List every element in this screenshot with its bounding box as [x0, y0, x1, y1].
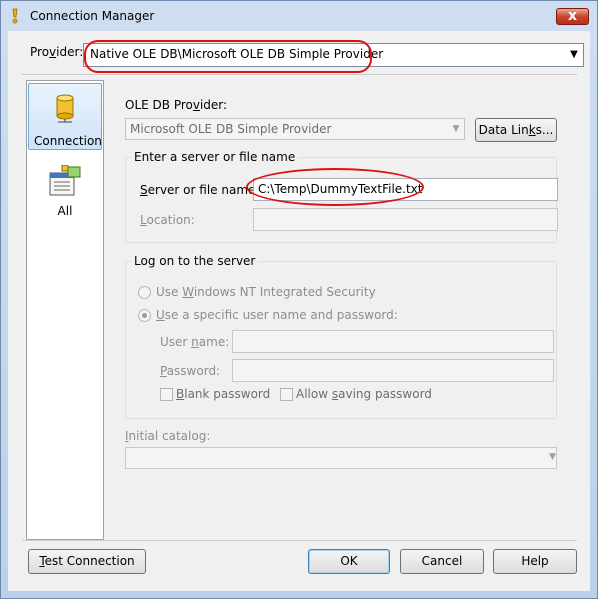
chevron-down-icon[interactable]: ▼ [448, 120, 464, 138]
chevron-down-icon[interactable]: ▼ [549, 452, 556, 462]
close-button[interactable]: x [556, 8, 589, 25]
server-name-label: Server or file name: [140, 183, 260, 197]
windows-auth-radio[interactable] [138, 286, 151, 299]
password-label: Password: [160, 364, 221, 378]
server-group-title: Enter a server or file name [131, 150, 299, 164]
initial-catalog-dropdown[interactable] [125, 447, 557, 469]
server-annotation-circle [246, 168, 424, 206]
oledb-provider-label: OLE DB Provider: [125, 98, 228, 112]
chevron-down-icon[interactable]: ▼ [565, 44, 583, 66]
blank-password-checkbox[interactable] [160, 388, 173, 401]
oledb-provider-value: Microsoft OLE DB Simple Provider [130, 122, 332, 136]
specific-user-label: Use a specific user name and password: [156, 308, 398, 322]
test-connection-button[interactable]: Test Connection [28, 549, 146, 574]
initial-catalog-label: Initial catalog: [125, 429, 211, 443]
properties-grid-icon[interactable] [48, 165, 82, 197]
password-input[interactable] [232, 359, 554, 382]
allow-saving-password-label: Allow saving password [296, 387, 432, 401]
database-cylinder-icon [56, 94, 74, 123]
nav-item-all-label[interactable]: All [34, 204, 96, 218]
provider-label: Provider: [30, 45, 84, 59]
data-links-button[interactable]: Data Links... [475, 118, 557, 142]
help-button[interactable]: Help [493, 549, 577, 574]
radio-selected-dot [142, 313, 147, 318]
blank-password-label: Blank password [176, 387, 271, 401]
username-label: User name: [160, 335, 230, 349]
username-input[interactable] [232, 330, 554, 353]
provider-annotation-circle [84, 40, 372, 73]
location-input[interactable] [253, 208, 558, 231]
close-icon: x [567, 8, 578, 24]
allow-saving-password-checkbox[interactable] [280, 388, 293, 401]
divider [22, 74, 577, 75]
cancel-button[interactable]: Cancel [400, 549, 484, 574]
logon-group-title: Log on to the server [131, 254, 259, 268]
ok-button[interactable]: OK [308, 549, 390, 574]
windows-auth-label: Use Windows NT Integrated Security [156, 285, 376, 299]
app-icon [12, 8, 18, 24]
location-label: Location: [140, 213, 195, 227]
window-title: Connection Manager [30, 9, 155, 23]
nav-item-connection-label: Connection [34, 134, 102, 148]
divider [22, 540, 577, 541]
